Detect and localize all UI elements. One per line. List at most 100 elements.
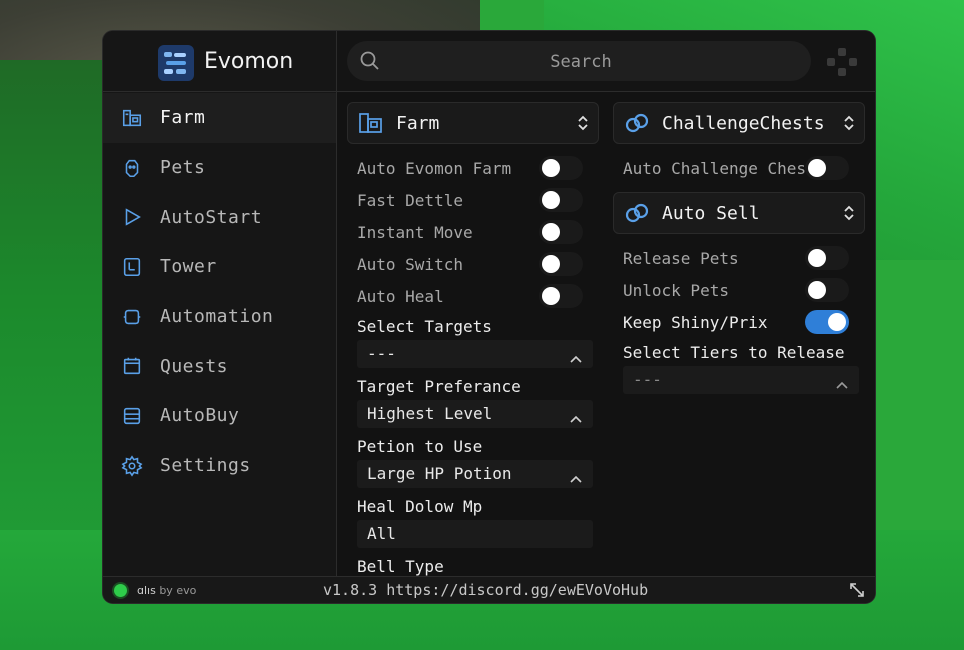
heal-below-label: Heal Dolow Mp xyxy=(357,497,483,516)
toggle-row: Instant Move xyxy=(347,218,599,250)
top-bar xyxy=(337,31,875,92)
chevron-up-icon xyxy=(569,349,583,363)
app-title: Evomon xyxy=(204,49,294,74)
chevron-up-icon xyxy=(569,409,583,423)
sidebar-item-label: Pets xyxy=(160,157,206,179)
toggle-knob xyxy=(542,191,560,209)
sort-arrows-icon xyxy=(576,113,590,133)
automation-icon xyxy=(120,305,144,329)
section-title: Auto Sell xyxy=(662,202,760,224)
search-bar[interactable] xyxy=(347,41,815,83)
toggle-row: Auto Evomon Farm xyxy=(347,154,599,186)
toggle-row: Fast Dettle xyxy=(347,186,599,218)
chevron-up-icon xyxy=(835,375,849,389)
toggle-row: Auto Heal xyxy=(347,282,599,314)
toggle-knob xyxy=(808,159,826,177)
calendar-icon xyxy=(120,354,144,378)
toggle-label: Auto Switch xyxy=(357,255,463,274)
gear-icon xyxy=(120,454,144,478)
shop-icon xyxy=(120,404,144,428)
dropdown-value: Highest Level xyxy=(367,404,493,423)
toggle-label: Fast Dettle xyxy=(357,191,463,210)
sidebar-item-label: Tower xyxy=(160,256,217,278)
auto-switch-toggle[interactable] xyxy=(539,252,583,276)
unlock-pets-toggle[interactable] xyxy=(805,278,849,302)
sidebar-item-quests[interactable]: Quests xyxy=(103,341,336,391)
toggle-row: Auto Challenge Chest xyxy=(613,154,865,186)
search-input[interactable] xyxy=(347,41,815,83)
right-column: ChallengeChests Auto Challenge Chest Aut… xyxy=(613,102,865,394)
sidebar-item-label: AutoStart xyxy=(160,206,263,228)
brand-header: Evomon xyxy=(103,31,336,92)
sidebar-item-label: Settings xyxy=(160,455,251,477)
sidebar-item-automation[interactable]: Automation xyxy=(103,292,336,342)
toggle-knob xyxy=(542,287,560,305)
section-title: Farm xyxy=(396,112,440,134)
sidebar-item-autobuy[interactable]: AutoBuy xyxy=(103,391,336,441)
drag-handle-icon[interactable] xyxy=(825,46,859,78)
toggle-row: Release Pets xyxy=(613,244,865,276)
toggle-label: Auto Challenge Chest xyxy=(623,159,816,178)
sidebar-item-autostart[interactable]: AutoStart xyxy=(103,192,336,242)
app-logo xyxy=(158,45,194,81)
sidebar-item-label: AutoBuy xyxy=(160,405,240,427)
main-content: Farm Auto Evomon Farm Fast Dettle Instan… xyxy=(337,92,875,576)
resize-icon[interactable] xyxy=(849,582,865,598)
toggle-row: Auto Switch xyxy=(347,250,599,282)
link-icon xyxy=(624,201,650,225)
target-preference-label: Target Preferance xyxy=(357,377,521,396)
select-targets-dropdown[interactable]: --- xyxy=(357,340,593,368)
toggle-label: Keep Shiny/Prix xyxy=(623,313,768,332)
footer-bar: ɑlıs by evo v1.8.3 https://discord.gg/ew… xyxy=(103,576,875,603)
potion-dropdown[interactable]: Large HP Potion xyxy=(357,460,593,488)
tiers-dropdown[interactable]: --- xyxy=(623,366,859,394)
potion-label: Petion to Use xyxy=(357,437,483,456)
sidebar-item-pets[interactable]: Pets xyxy=(103,143,336,193)
section-title: ChallengeChests xyxy=(662,112,825,134)
toggle-label: Unlock Pets xyxy=(623,281,729,300)
keep-shiny-toggle[interactable] xyxy=(805,310,849,334)
sort-arrows-icon xyxy=(842,113,856,133)
challenge-section-header[interactable]: ChallengeChests xyxy=(613,102,865,144)
version-text: v1.8.3 https://discord.gg/ewEVoVoHub xyxy=(323,581,649,599)
tiers-label: Select Tiers to Release xyxy=(623,343,845,362)
auto-heal-toggle[interactable] xyxy=(539,284,583,308)
toggle-knob xyxy=(828,313,846,331)
toggle-knob xyxy=(542,255,560,273)
release-pets-toggle[interactable] xyxy=(805,246,849,270)
target-preference-dropdown[interactable]: Highest Level xyxy=(357,400,593,428)
dropdown-value: --- xyxy=(633,370,662,389)
sidebar-item-label: Farm xyxy=(160,107,206,129)
footer-brand: ɑlıs by evo xyxy=(137,584,196,597)
sidebar-item-label: Quests xyxy=(160,355,229,377)
heal-below-input[interactable]: All xyxy=(357,520,593,548)
auto-challenge-chest-toggle[interactable] xyxy=(805,156,849,180)
sidebar-item-tower[interactable]: Tower xyxy=(103,242,336,292)
footer-brand-name: ɑlıs xyxy=(137,584,156,597)
toggle-row: Keep Shiny/Prix xyxy=(613,308,865,340)
status-indicator xyxy=(114,584,127,597)
select-targets-label: Select Targets xyxy=(357,317,492,336)
toggle-label: Release Pets xyxy=(623,249,739,268)
bell-type-label: Bell Type xyxy=(357,557,444,576)
link-icon xyxy=(624,111,650,135)
farm-section-header[interactable]: Farm xyxy=(347,102,599,144)
sidebar: Evomon Farm Pets AutoStart Tower Automat… xyxy=(103,31,337,576)
autosell-section-header[interactable]: Auto Sell xyxy=(613,192,865,234)
sidebar-item-farm[interactable]: Farm xyxy=(103,93,336,143)
farm-icon xyxy=(120,106,144,130)
toggle-knob xyxy=(808,249,826,267)
sidebar-item-settings[interactable]: Settings xyxy=(103,441,336,491)
auto-evomon-farm-toggle[interactable] xyxy=(539,156,583,180)
hub-window: Evomon Farm Pets AutoStart Tower Automat… xyxy=(103,31,875,603)
sort-arrows-icon xyxy=(842,203,856,223)
farm-column: Farm Auto Evomon Farm Fast Dettle Instan… xyxy=(347,102,599,576)
instant-move-toggle[interactable] xyxy=(539,220,583,244)
input-value: All xyxy=(367,524,396,543)
fast-battle-toggle[interactable] xyxy=(539,188,583,212)
toggle-knob xyxy=(808,281,826,299)
toggle-knob xyxy=(542,159,560,177)
tower-icon xyxy=(120,255,144,279)
